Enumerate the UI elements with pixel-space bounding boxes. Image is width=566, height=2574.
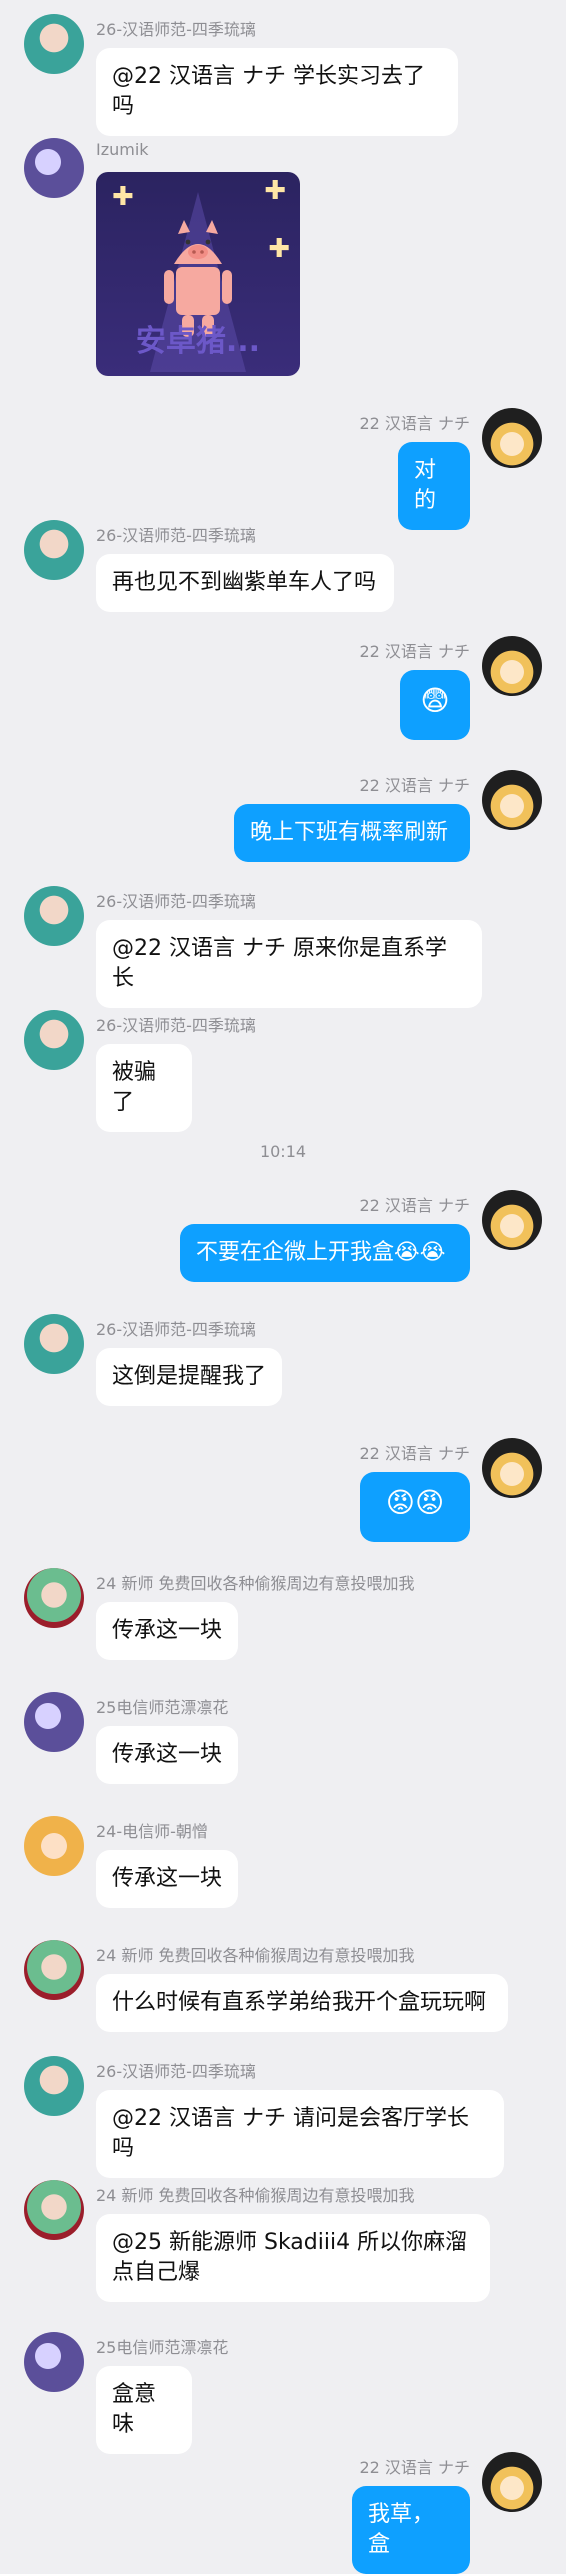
- purple-anime-avatar[interactable]: [24, 138, 84, 198]
- green-hair-avatar[interactable]: [24, 886, 84, 946]
- message-bubble[interactable]: @22 汉语言 ナチ 学长实习去了吗: [96, 48, 458, 136]
- message-bubble[interactable]: 晚上下班有概率刷新: [234, 804, 470, 862]
- message-bubble[interactable]: 这倒是提醒我了: [96, 1348, 282, 1406]
- sender-name: 24 新师 免费回收各种偷猴周边有意投喂加我: [96, 1946, 415, 1965]
- sender-name: 22 汉语言 ナチ: [359, 2458, 470, 2477]
- green-hair-avatar[interactable]: [24, 520, 84, 580]
- sender-name: 22 汉语言 ナチ: [359, 776, 470, 795]
- message-bubble[interactable]: 对的: [398, 442, 470, 530]
- message-bubble[interactable]: @22 汉语言 ナチ 原来你是直系学长: [96, 920, 482, 1008]
- chat-message: 25电信师范漂凛花 盒意味: [0, 2332, 566, 2454]
- chat-message: 22 汉语言 ナチ 😡😡: [0, 1438, 566, 1548]
- sender-name: 26-汉语师范-四季琉璃: [96, 892, 256, 911]
- message-bubble[interactable]: 被骗了: [96, 1044, 192, 1132]
- sparkle-icon: ✚: [112, 182, 134, 212]
- message-bubble[interactable]: 什么时候有直系学弟给我开个盒玩玩啊: [96, 1974, 508, 2032]
- sparkle-icon: ✚: [268, 234, 290, 264]
- message-bubble[interactable]: 再也见不到幽紫单车人了吗: [96, 554, 394, 612]
- purple-anime-avatar[interactable]: [24, 2332, 84, 2392]
- chat-message: 26-汉语师范-四季琉璃 @22 汉语言 ナチ 原来你是直系学长: [0, 886, 566, 1008]
- sender-name: 22 汉语言 ナチ: [359, 642, 470, 661]
- fox-girl-avatar[interactable]: [24, 1816, 84, 1876]
- message-bubble[interactable]: 我草，盒: [352, 2486, 470, 2574]
- message-bubble[interactable]: 盒意味: [96, 2366, 192, 2454]
- chat-message: 24 新师 免费回收各种偷猴周边有意投喂加我 @25 新能源师 Skadiii4…: [0, 2180, 566, 2310]
- chat-message: 26-汉语师范-四季琉璃 再也见不到幽紫单车人了吗: [0, 520, 566, 620]
- green-hair-red-ribbon-avatar[interactable]: [24, 1940, 84, 2000]
- chat-message: 22 汉语言 ナチ 晚上下班有概率刷新: [0, 770, 566, 870]
- sender-name: 26-汉语师范-四季琉璃: [96, 1016, 256, 1035]
- message-bubble[interactable]: 不要在企微上开我盒😭😭: [180, 1224, 470, 1282]
- sender-name: 26-汉语师范-四季琉璃: [96, 2062, 256, 2081]
- sender-name: 24-电信师-朝憎: [96, 1822, 208, 1841]
- blonde-witch-avatar[interactable]: [482, 1438, 542, 1498]
- green-hair-avatar[interactable]: [24, 14, 84, 74]
- message-bubble[interactable]: 传承这一块: [96, 1726, 238, 1784]
- chat-message: 22 汉语言 ナチ 我草，盒: [0, 2452, 566, 2574]
- sticker-image[interactable]: ✚ ✚ ✚ 安卓猪...: [96, 172, 300, 376]
- green-hair-avatar[interactable]: [24, 1010, 84, 1070]
- chat-message: 22 汉语言 ナチ 😨: [0, 636, 566, 746]
- message-bubble[interactable]: 传承这一块: [96, 1850, 238, 1908]
- sender-name: Izumik: [96, 140, 149, 159]
- purple-anime-avatar[interactable]: [24, 1692, 84, 1752]
- sender-name: 26-汉语师范-四季琉璃: [96, 20, 256, 39]
- blonde-witch-avatar[interactable]: [482, 636, 542, 696]
- sender-name: 22 汉语言 ナチ: [359, 1444, 470, 1463]
- chat-message: 25电信师范漂凛花 传承这一块: [0, 1692, 566, 1792]
- green-hair-red-ribbon-avatar[interactable]: [24, 1568, 84, 1628]
- chat-message: 26-汉语师范-四季琉璃 @22 汉语言 ナチ 学长实习去了吗: [0, 14, 566, 136]
- green-hair-avatar[interactable]: [24, 2056, 84, 2116]
- green-hair-red-ribbon-avatar[interactable]: [24, 2180, 84, 2240]
- chat-message: 26-汉语师范-四季琉璃 @22 汉语言 ナチ 请问是会客厅学长吗: [0, 2056, 566, 2178]
- blonde-witch-avatar[interactable]: [482, 1190, 542, 1250]
- green-hair-avatar[interactable]: [24, 1314, 84, 1374]
- sender-name: 22 汉语言 ナチ: [359, 1196, 470, 1215]
- chat-message: 24-电信师-朝憎 传承这一块: [0, 1816, 566, 1916]
- chat-message: 22 汉语言 ナチ 对的: [0, 408, 566, 530]
- chat-message: 26-汉语师范-四季琉璃 被骗了: [0, 1010, 566, 1132]
- sender-name: 25电信师范漂凛花: [96, 2338, 229, 2357]
- blonde-witch-avatar[interactable]: [482, 770, 542, 830]
- message-bubble[interactable]: 传承这一块: [96, 1602, 238, 1660]
- message-bubble[interactable]: @25 新能源师 Skadiii4 所以你麻溜点自己爆: [96, 2214, 490, 2302]
- sender-name: 26-汉语师范-四季琉璃: [96, 1320, 256, 1339]
- sparkle-icon: ✚: [264, 176, 286, 206]
- sender-name: 25电信师范漂凛花: [96, 1698, 229, 1717]
- message-bubble[interactable]: 😨: [400, 670, 470, 740]
- timestamp: 10:14: [259, 1142, 307, 1161]
- chat-message: 26-汉语师范-四季琉璃 这倒是提醒我了: [0, 1314, 566, 1414]
- chat-message: Izumik ✚ ✚ ✚ 安卓猪...: [0, 138, 566, 388]
- sticker-caption: 安卓猪...: [135, 324, 261, 359]
- chat-message: 22 汉语言 ナチ 不要在企微上开我盒😭😭: [0, 1190, 566, 1290]
- sender-name: 24 新师 免费回收各种偷猴周边有意投喂加我: [96, 1574, 415, 1593]
- chat-message: 24 新师 免费回收各种偷猴周边有意投喂加我 传承这一块: [0, 1568, 566, 1668]
- blonde-witch-avatar[interactable]: [482, 408, 542, 468]
- sender-name: 26-汉语师范-四季琉璃: [96, 526, 256, 545]
- chat-message: 24 新师 免费回收各种偷猴周边有意投喂加我 什么时候有直系学弟给我开个盒玩玩啊: [0, 1940, 566, 2040]
- blonde-witch-avatar[interactable]: [482, 2452, 542, 2512]
- message-bubble[interactable]: @22 汉语言 ナチ 请问是会客厅学长吗: [96, 2090, 504, 2178]
- message-bubble[interactable]: 😡😡: [360, 1472, 470, 1542]
- sender-name: 22 汉语言 ナチ: [359, 414, 470, 433]
- sender-name: 24 新师 免费回收各种偷猴周边有意投喂加我: [96, 2186, 415, 2205]
